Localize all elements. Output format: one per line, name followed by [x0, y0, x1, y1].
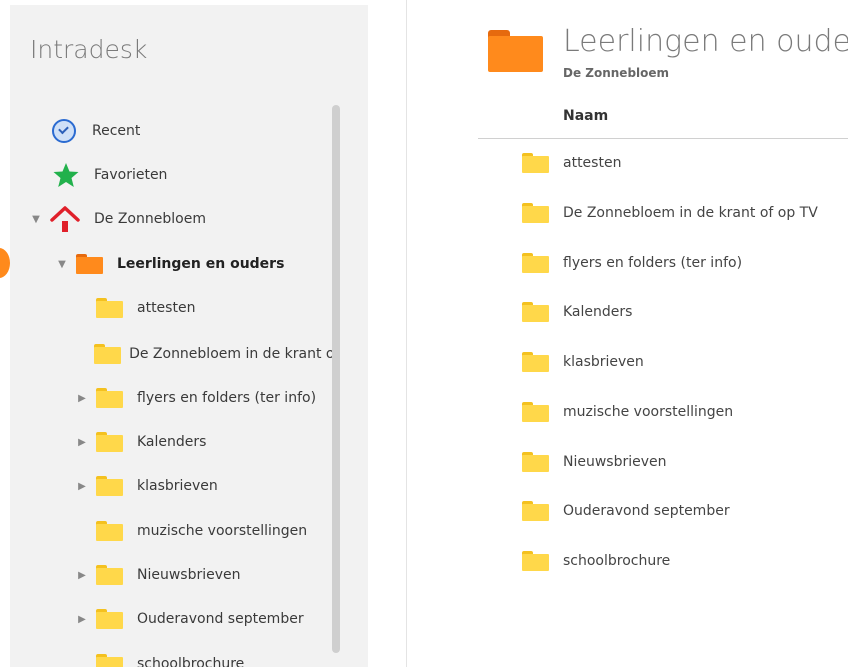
list-item-label: flyers en folders (ter info) — [563, 255, 743, 271]
list-item[interactable]: De Zonnebloem in de krant of op TV — [522, 200, 818, 226]
sidebar: Intradesk Recent Favorieten ▼ De Zonnebl… — [10, 5, 368, 667]
expand-caret-icon[interactable]: ▶ — [76, 393, 88, 404]
folder-icon — [522, 253, 549, 273]
expand-caret-icon[interactable]: ▶ — [76, 481, 88, 492]
sidebar-item-label: Kalenders — [137, 434, 207, 450]
list-item[interactable]: Kalenders — [522, 299, 632, 325]
sidebar-item-de-zonnebloem[interactable]: ▼ De Zonnebloem — [30, 204, 206, 234]
sidebar-item-recent[interactable]: Recent — [52, 116, 140, 146]
list-item-label: Ouderavond september — [563, 503, 730, 519]
header-divider — [478, 138, 848, 139]
list-item-label: schoolbrochure — [563, 553, 671, 569]
clock-icon — [52, 119, 76, 143]
sidebar-item-label: muzische voorstellingen — [137, 523, 308, 539]
list-item-label: Kalenders — [563, 304, 633, 320]
folder-icon — [93, 344, 121, 364]
app-title: Intradesk — [30, 35, 148, 64]
expand-caret-icon[interactable]: ▼ — [56, 259, 68, 270]
folder-icon — [96, 388, 123, 408]
list-item-label: De Zonnebloem in de krant of op TV — [563, 205, 818, 221]
folder-icon — [488, 30, 543, 72]
folder-icon — [522, 402, 549, 422]
column-header-naam[interactable]: Naam — [563, 108, 608, 124]
sidebar-item-label: Favorieten — [94, 167, 168, 183]
sidebar-item-label: Ouderavond september — [137, 611, 304, 627]
page-title: Leerlingen en ouders — [563, 24, 848, 59]
expand-caret-icon[interactable]: ▶ — [76, 437, 88, 448]
sidebar-item-label: Recent — [92, 123, 141, 139]
folder-icon — [522, 153, 549, 173]
sidebar-item-label: De Zonnebloem in de krant of op TV — [129, 346, 332, 362]
list-item[interactable]: klasbrieven — [522, 349, 644, 375]
list-item-label: Nieuwsbrieven — [563, 454, 667, 470]
folder-icon — [522, 551, 549, 571]
folder-icon — [96, 654, 123, 667]
sidebar-item-favorieten[interactable]: Favorieten — [52, 160, 167, 190]
folder-icon — [522, 501, 549, 521]
sidebar-item-label: De Zonnebloem — [94, 211, 206, 227]
folder-icon — [96, 298, 123, 318]
star-icon — [53, 163, 79, 187]
folder-icon — [96, 432, 123, 452]
folder-icon — [96, 476, 123, 496]
sidebar-item-kalenders[interactable]: ▶ Kalenders — [76, 427, 206, 457]
expand-caret-icon[interactable]: ▶ — [76, 614, 88, 625]
folder-icon — [522, 302, 549, 322]
sidebar-item-label: Leerlingen en ouders — [117, 256, 285, 272]
sidebar-item-klasbrieven[interactable]: ▶ klasbrieven — [76, 471, 218, 501]
folder-icon — [522, 203, 549, 223]
list-item[interactable]: flyers en folders (ter info) — [522, 250, 742, 276]
list-item-label: muzische voorstellingen — [563, 404, 734, 420]
sidebar-item-attesten[interactable]: attesten — [76, 293, 195, 323]
sidebar-item-label: schoolbrochure — [137, 656, 245, 667]
pane-divider — [406, 0, 407, 667]
list-item[interactable]: Ouderavond september — [522, 498, 730, 524]
sidebar-item-label: Nieuwsbrieven — [137, 567, 241, 583]
sidebar-scrollbar[interactable] — [332, 105, 340, 653]
sidebar-item-schoolbrochure[interactable]: schoolbrochure — [76, 649, 244, 667]
list-item[interactable]: Nieuwsbrieven — [522, 449, 667, 475]
sidebar-item-label: klasbrieven — [137, 478, 218, 494]
list-item[interactable]: schoolbrochure — [522, 548, 670, 574]
sidebar-item-nieuwsbrieven[interactable]: ▶ Nieuwsbrieven — [76, 560, 241, 590]
expand-caret-icon[interactable]: ▶ — [76, 570, 88, 581]
sidebar-item-muzische-voorstellingen[interactable]: muzische voorstellingen — [76, 516, 307, 546]
expand-caret-icon[interactable]: ▼ — [30, 214, 42, 225]
sidebar-item-ouderavond-september[interactable]: ▶ Ouderavond september — [76, 604, 304, 634]
folder-icon — [522, 352, 549, 372]
folder-icon — [96, 565, 123, 585]
list-item-label: attesten — [563, 155, 622, 171]
sidebar-item-label: flyers en folders (ter info) — [137, 390, 317, 406]
home-icon — [50, 206, 80, 232]
folder-icon — [96, 521, 123, 541]
sidebar-item-flyers-en-folders[interactable]: ▶ flyers en folders (ter info) — [76, 383, 332, 413]
sidebar-item-de-zonnebloem-in-de-krant[interactable]: De Zonnebloem in de krant of op TV — [76, 339, 332, 369]
folder-icon — [96, 609, 123, 629]
list-item[interactable]: muzische voorstellingen — [522, 399, 733, 425]
sidebar-item-leerlingen-en-ouders[interactable]: ▼ Leerlingen en ouders — [56, 249, 284, 279]
step-marker — [0, 248, 10, 278]
list-item[interactable]: attesten — [522, 150, 621, 176]
sidebar-item-label: attesten — [137, 300, 196, 316]
folder-icon — [522, 452, 549, 472]
folder-icon — [76, 254, 103, 274]
list-item-label: klasbrieven — [563, 354, 644, 370]
breadcrumb[interactable]: De Zonnebloem — [563, 66, 669, 80]
